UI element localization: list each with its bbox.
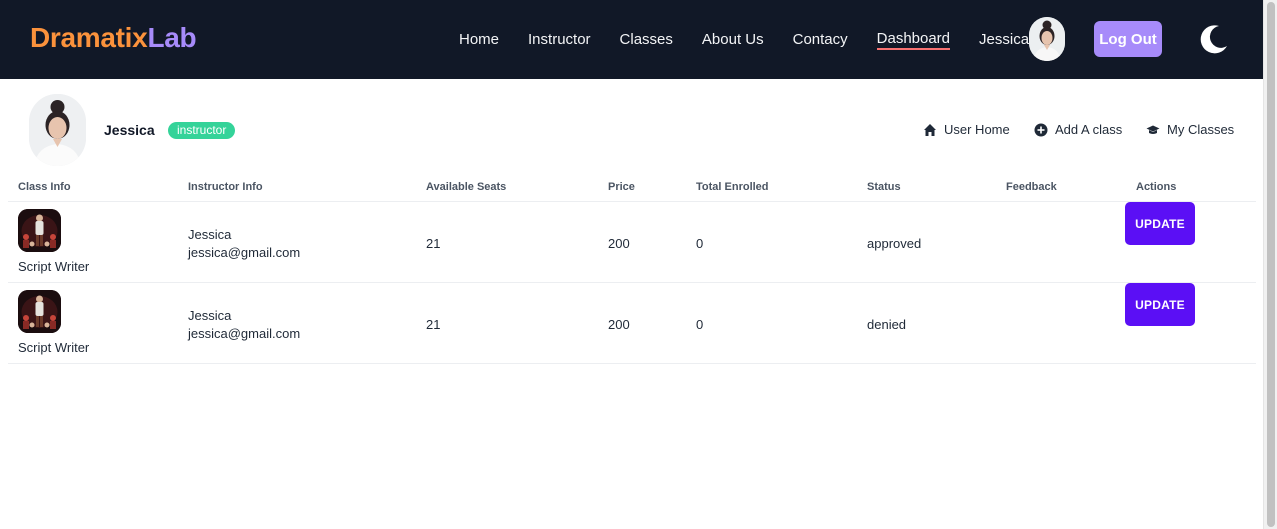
my-classes-link[interactable]: My Classes	[1146, 122, 1234, 137]
update-button[interactable]: UPDATE	[1125, 202, 1195, 245]
top-navbar: DramatixLab Home Instructor Classes Abou…	[0, 0, 1263, 79]
nav-link-about-us[interactable]: About Us	[702, 31, 764, 48]
moon-icon	[1200, 25, 1227, 54]
available-seats: 21	[426, 317, 441, 332]
logout-button[interactable]: Log Out	[1094, 21, 1162, 57]
theme-toggle[interactable]	[1197, 22, 1231, 56]
user-home-label: User Home	[944, 122, 1010, 137]
class-photo-icon	[18, 209, 61, 252]
plus-circle-icon	[1034, 123, 1048, 136]
table-row: Script Writer Jessica jessica@gmail.com …	[8, 283, 1256, 364]
nav-links: Home Instructor Classes About Us Contacy…	[459, 0, 1058, 79]
instructor-email: jessica@gmail.com	[188, 326, 301, 341]
graduation-cap-icon	[1146, 125, 1160, 134]
add-class-link[interactable]: Add A class	[1034, 122, 1122, 137]
brand-name-part1: Dramatix	[30, 22, 148, 53]
profile-avatar	[29, 94, 86, 166]
status: denied	[867, 317, 907, 332]
nav-link-classes[interactable]: Classes	[620, 31, 673, 48]
profile-portrait-icon	[29, 94, 86, 166]
header-instructor-info: Instructor Info	[188, 181, 263, 193]
class-photo-icon	[18, 290, 61, 333]
nav-link-dashboard[interactable]: Dashboard	[876, 30, 951, 50]
instructor-name: Jessica	[188, 227, 232, 242]
status: approved	[867, 236, 922, 251]
nav-link-user-name[interactable]: Jessica	[979, 31, 1029, 48]
profile-name: Jessica	[104, 122, 155, 138]
class-image	[18, 290, 61, 333]
total-enrolled: 0	[696, 236, 704, 251]
nav-link-contact[interactable]: Contacy	[793, 31, 848, 48]
available-seats: 21	[426, 236, 441, 251]
avatar-portrait-icon	[1029, 17, 1065, 61]
add-class-label: Add A class	[1055, 122, 1123, 137]
class-image	[18, 209, 61, 252]
update-button[interactable]: UPDATE	[1125, 283, 1195, 326]
user-home-link[interactable]: User Home	[923, 122, 1010, 137]
instructor-name: Jessica	[188, 308, 232, 323]
scrollbar-thumb[interactable]	[1267, 2, 1275, 527]
price: 200	[608, 317, 630, 332]
header-actions: Actions	[1136, 181, 1177, 193]
header-status: Status	[867, 181, 901, 193]
brand-name-part2: Lab	[147, 22, 197, 53]
header-feedback: Feedback	[1006, 181, 1057, 193]
table-header: Class Info Instructor Info Available Sea…	[8, 174, 1256, 202]
class-name: Script Writer	[18, 259, 90, 274]
header-price: Price	[608, 181, 635, 193]
header-total-enrolled: Total Enrolled	[696, 181, 769, 193]
nav-link-home[interactable]: Home	[459, 31, 499, 48]
brand-logo[interactable]: DramatixLab	[30, 22, 197, 54]
table-row: Script Writer Jessica jessica@gmail.com …	[8, 202, 1256, 283]
classes-table: Class Info Instructor Info Available Sea…	[8, 174, 1256, 364]
my-classes-label: My Classes	[1167, 122, 1235, 137]
nav-link-instructor[interactable]: Instructor	[528, 31, 591, 48]
role-badge: instructor	[168, 122, 236, 139]
total-enrolled: 0	[696, 317, 704, 332]
user-avatar[interactable]	[1029, 17, 1065, 61]
header-available-seats: Available Seats	[426, 181, 507, 193]
page-scrollbar[interactable]	[1263, 0, 1277, 529]
price: 200	[608, 236, 630, 251]
class-name: Script Writer	[18, 340, 90, 355]
home-icon	[924, 123, 936, 136]
instructor-email: jessica@gmail.com	[188, 245, 301, 260]
header-class-info: Class Info	[18, 181, 71, 193]
